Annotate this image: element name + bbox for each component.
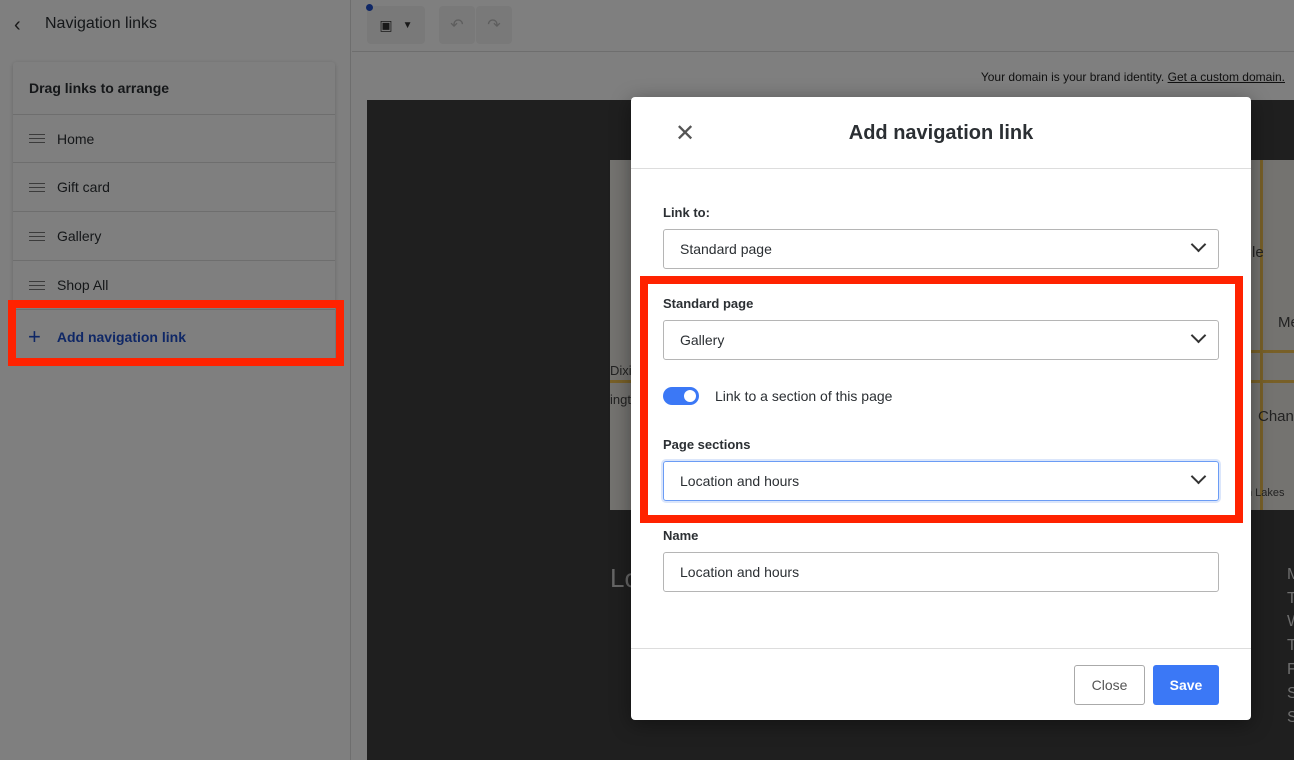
link-to-select[interactable]: Standard page bbox=[663, 229, 1219, 269]
dialog-title: Add navigation link bbox=[848, 122, 1034, 144]
input-value: Location and hours bbox=[680, 564, 800, 580]
select-value: Standard page bbox=[680, 241, 772, 257]
name-input[interactable]: Location and hours bbox=[663, 552, 1219, 592]
link-to-label: Link to: bbox=[663, 205, 710, 220]
close-button[interactable]: Close bbox=[1074, 665, 1145, 705]
chevron-down-icon bbox=[1190, 236, 1207, 253]
annotation-highlight-section-fields bbox=[640, 276, 1243, 523]
dialog-footer-divider bbox=[631, 648, 1251, 649]
annotation-highlight-add-link bbox=[8, 300, 344, 366]
save-button[interactable]: Save bbox=[1153, 665, 1219, 705]
dialog-header: ✕ Add navigation link bbox=[631, 97, 1251, 169]
name-label: Name bbox=[663, 528, 699, 543]
